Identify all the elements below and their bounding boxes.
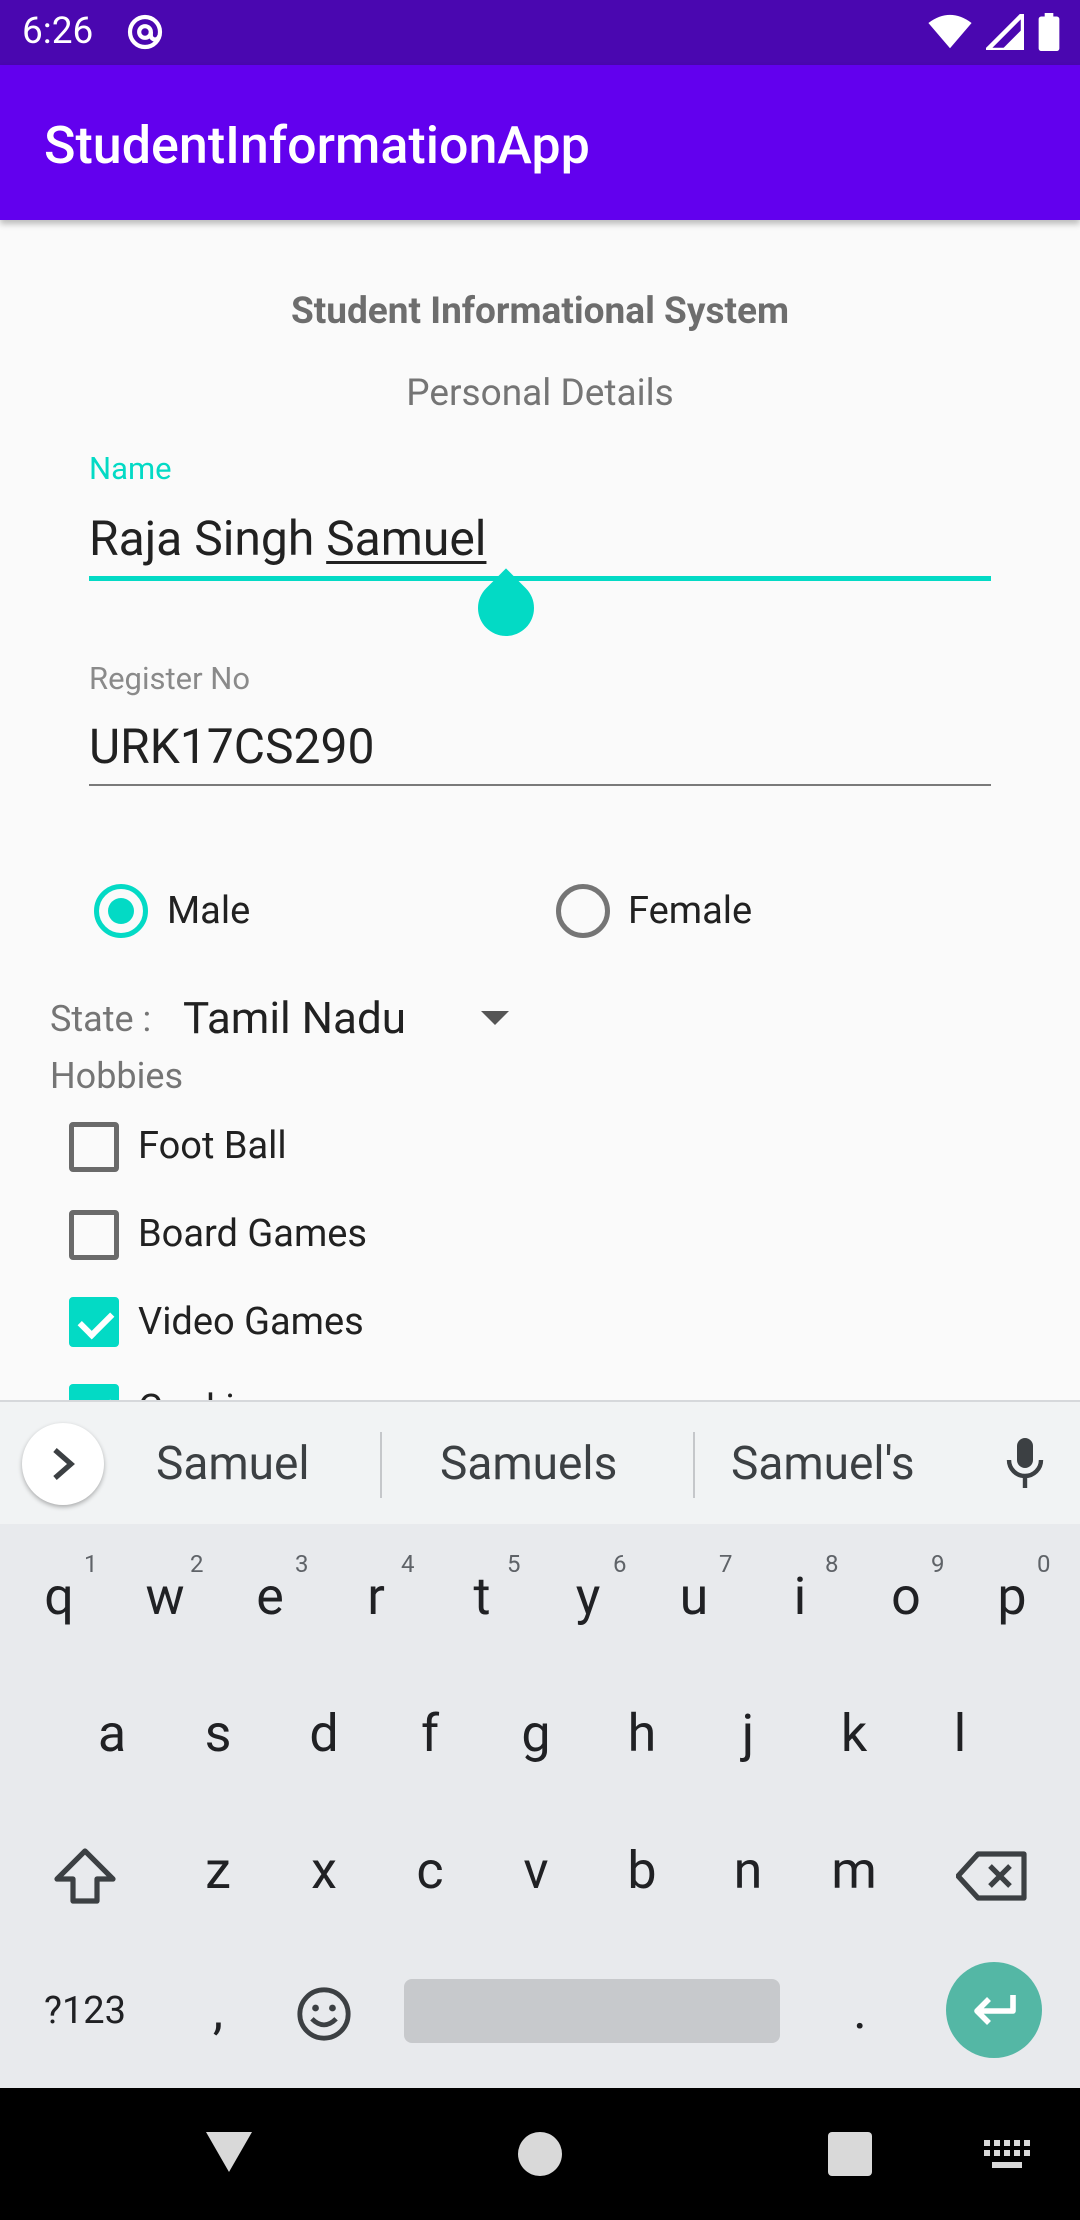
- key-hint: 8: [825, 1550, 839, 1578]
- key-a[interactable]: a: [67, 1679, 157, 1789]
- signal-icon: [986, 14, 1024, 50]
- backspace-key[interactable]: [947, 1818, 1037, 1928]
- shift-icon: [54, 1848, 116, 1904]
- hobby-football-label[interactable]: Foot Ball: [138, 1124, 287, 1168]
- form-subheading: Personal Details: [406, 372, 674, 415]
- key-hint: 7: [719, 1550, 733, 1578]
- suggestion-divider: [693, 1432, 695, 1498]
- key-c[interactable]: c: [385, 1816, 475, 1926]
- battery-icon: [1038, 13, 1060, 51]
- key-x[interactable]: x: [279, 1816, 369, 1926]
- key-hint: 0: [1037, 1550, 1051, 1578]
- chevron-right-icon: [53, 1448, 75, 1480]
- key-hint: 4: [401, 1550, 415, 1578]
- key-b[interactable]: b: [597, 1816, 687, 1926]
- name-composing-text: Samuel: [326, 510, 487, 567]
- hobbies-label: Hobbies: [50, 1055, 184, 1097]
- key-hint: 9: [931, 1550, 945, 1578]
- app-title: StudentInformationApp: [44, 115, 590, 176]
- status-bar: 6:26: [0, 0, 1080, 65]
- dropdown-arrow-icon[interactable]: [481, 1011, 509, 1025]
- microphone-icon[interactable]: [1003, 1436, 1047, 1492]
- keyboard-menu-toggle[interactable]: [22, 1423, 104, 1505]
- key-hint: 3: [295, 1550, 309, 1578]
- register-field-label: Register No: [89, 660, 251, 697]
- key-m[interactable]: m: [809, 1816, 899, 1926]
- enter-key[interactable]: [946, 1962, 1042, 2058]
- name-field-underline: [89, 576, 991, 581]
- female-radio-label[interactable]: Female: [628, 889, 752, 933]
- key-s[interactable]: s: [173, 1679, 263, 1789]
- backspace-icon: [955, 1851, 1027, 1901]
- key-f[interactable]: f: [385, 1679, 475, 1789]
- key-hint: 6: [613, 1550, 627, 1578]
- shift-key[interactable]: [40, 1818, 130, 1928]
- symbols-key[interactable]: ?123: [25, 1956, 145, 2066]
- state-label: State :: [50, 998, 152, 1040]
- back-icon[interactable]: [206, 2130, 252, 2174]
- hobby-board-games-checkbox[interactable]: [69, 1210, 119, 1260]
- home-icon[interactable]: [518, 2132, 562, 2176]
- key-h[interactable]: h: [597, 1679, 687, 1789]
- space-bar[interactable]: [404, 1979, 780, 2043]
- enter-arrow-icon: [974, 1995, 1016, 2025]
- male-radio-label[interactable]: Male: [167, 889, 250, 933]
- suggestion-1[interactable]: Samuel: [156, 1437, 310, 1491]
- suggestion-strip: Samuel Samuels Samuel's: [0, 1402, 1080, 1524]
- key-k[interactable]: k: [809, 1679, 899, 1789]
- emoji-key[interactable]: [279, 1956, 369, 2066]
- hobby-video-games-label[interactable]: Video Games: [138, 1300, 364, 1344]
- emoji-icon: [297, 1987, 351, 2041]
- key-n[interactable]: n: [703, 1816, 793, 1926]
- female-radio[interactable]: [556, 884, 610, 938]
- status-time: 6:26: [22, 10, 94, 53]
- name-field-label: Name: [89, 450, 172, 487]
- key-z[interactable]: z: [173, 1816, 263, 1926]
- period-key[interactable]: .: [815, 1956, 905, 2066]
- suggestion-divider: [380, 1432, 382, 1498]
- keyboard-switch-icon[interactable]: [984, 2140, 1030, 2170]
- key-d[interactable]: d: [279, 1679, 369, 1789]
- register-field[interactable]: URK17CS290: [89, 718, 374, 775]
- hobby-board-games-label[interactable]: Board Games: [138, 1212, 367, 1256]
- at-sign-icon: [127, 14, 163, 50]
- male-radio[interactable]: [94, 884, 148, 938]
- key-l[interactable]: l: [915, 1679, 1005, 1789]
- form-heading: Student Informational System: [290, 290, 790, 333]
- comma-key[interactable]: ,: [173, 1956, 263, 2066]
- hobby-video-games-checkbox[interactable]: [69, 1297, 119, 1347]
- navigation-bar: [0, 2088, 1080, 2220]
- key-hint: 2: [190, 1550, 204, 1578]
- key-j[interactable]: j: [703, 1679, 793, 1789]
- suggestion-3[interactable]: Samuel's: [731, 1437, 915, 1491]
- name-field[interactable]: Raja Singh Samuel: [89, 510, 486, 567]
- state-spinner[interactable]: Tamil Nadu: [183, 992, 406, 1044]
- key-hint: 5: [507, 1550, 521, 1578]
- app-bar: StudentInformationApp: [0, 65, 1080, 220]
- status-icons: [928, 12, 1060, 52]
- key-hint: 1: [84, 1550, 98, 1578]
- recents-icon[interactable]: [828, 2132, 872, 2176]
- soft-keyboard: Samuel Samuels Samuel's q 1 w 2 e 3 r 4 …: [0, 1400, 1080, 2088]
- key-g[interactable]: g: [491, 1679, 581, 1789]
- wifi-icon: [928, 14, 972, 49]
- register-field-underline: [89, 784, 991, 786]
- suggestion-2[interactable]: Samuels: [440, 1437, 617, 1491]
- key-v[interactable]: v: [491, 1816, 581, 1926]
- name-value-text: Raja Singh: [89, 510, 327, 567]
- hobby-football-checkbox[interactable]: [69, 1122, 119, 1172]
